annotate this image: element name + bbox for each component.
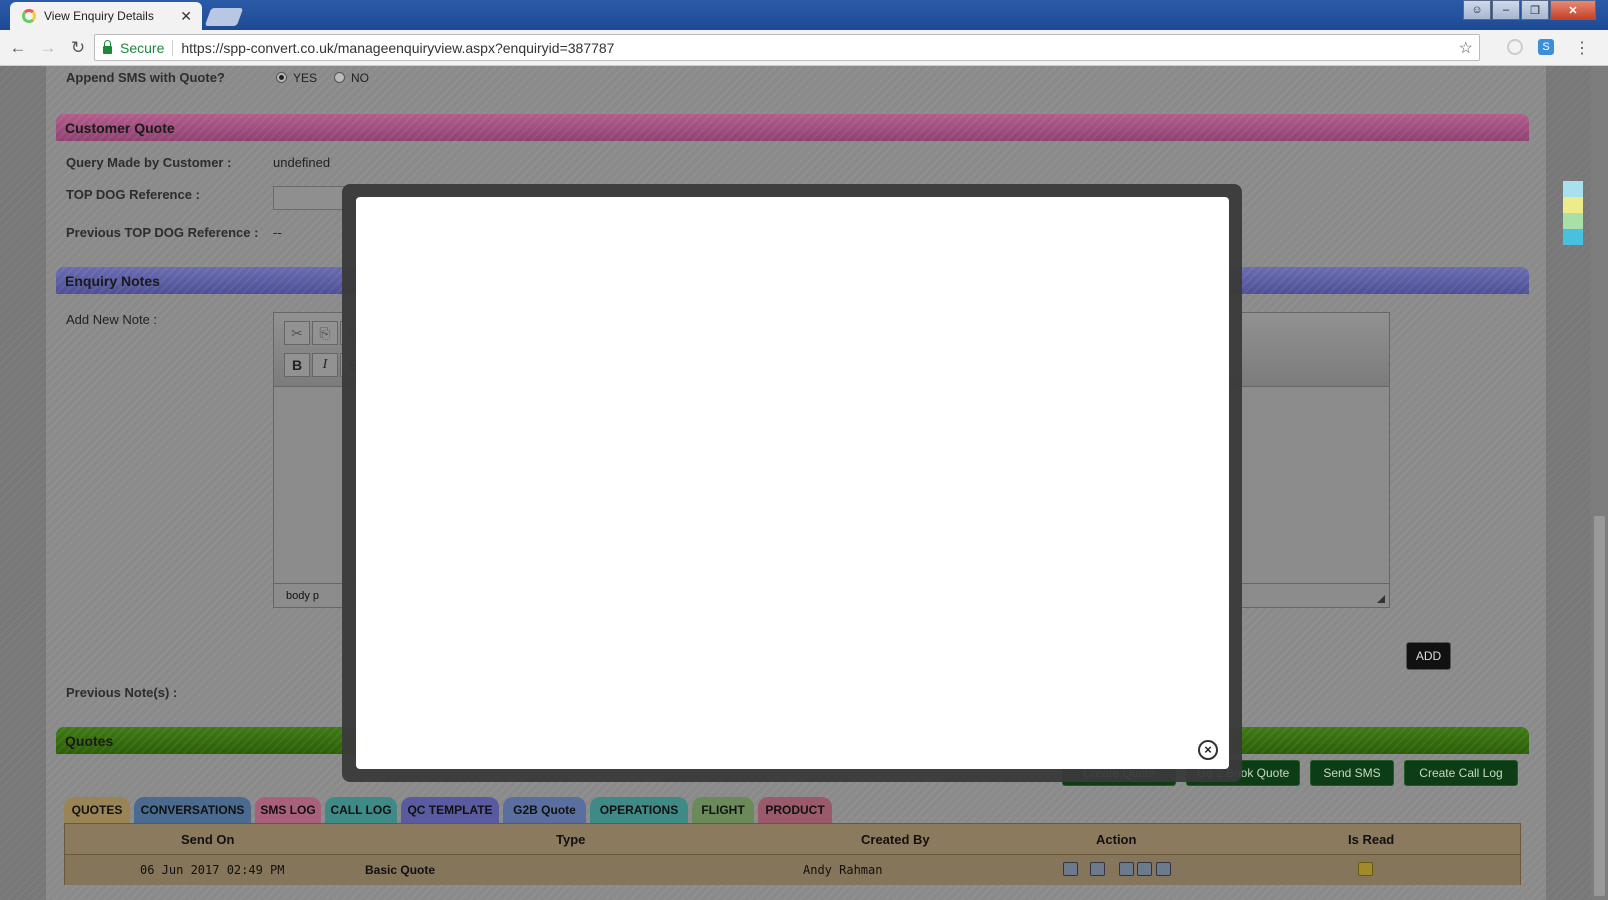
- modal-dialog[interactable]: [356, 197, 1229, 769]
- back-arrow-icon[interactable]: ←: [6, 38, 30, 58]
- side-marker: [1563, 213, 1583, 229]
- previous-topdog-label: Previous TOP DOG Reference :: [66, 225, 259, 240]
- site-favicon-icon: [22, 9, 36, 23]
- add-note-button[interactable]: ADD: [1406, 642, 1451, 670]
- tab-title: View Enquiry Details: [44, 9, 154, 23]
- send-sms-button[interactable]: Send SMS: [1310, 760, 1394, 786]
- scrollbar-thumb[interactable]: [1594, 516, 1605, 896]
- bookmark-star-icon[interactable]: ☆: [1459, 38, 1473, 58]
- browser-toolbar: ← → ↻ Secure https://spp-convert.co.uk/m…: [0, 30, 1608, 66]
- query-made-label: Query Made by Customer :: [66, 155, 232, 170]
- browser-tab[interactable]: View Enquiry Details ✕: [10, 2, 202, 30]
- restore-icon[interactable]: ❐: [1521, 0, 1549, 20]
- read-envelope-icon: [1358, 862, 1373, 876]
- divider: [172, 39, 174, 56]
- customer-quote-header: Customer Quote: [56, 114, 1529, 141]
- side-marker: [1563, 229, 1583, 245]
- sms-yes-label: YES: [293, 71, 318, 85]
- browser-menu-icon[interactable]: ⋮: [1574, 38, 1590, 58]
- print-quote-icon[interactable]: [1156, 862, 1171, 876]
- extension-icon[interactable]: [1507, 39, 1523, 55]
- type-cell: Basic Quote: [365, 863, 436, 877]
- topdog-reference-label: TOP DOG Reference :: [66, 187, 200, 202]
- previous-notes-label: Previous Note(s) :: [66, 685, 178, 700]
- tab-g2b-quote[interactable]: G2B Quote: [503, 797, 586, 823]
- column-type: Type: [556, 832, 586, 847]
- tab-sms-log[interactable]: SMS LOG: [255, 797, 321, 823]
- page-scrollbar[interactable]: [1591, 66, 1608, 900]
- user-profile-icon[interactable]: ☺: [1463, 0, 1491, 20]
- query-made-value: undefined: [273, 155, 331, 170]
- bold-button[interactable]: B: [284, 353, 310, 377]
- address-bar[interactable]: Secure https://spp-convert.co.uk/managee…: [94, 34, 1480, 61]
- tab-flight[interactable]: FLIGHT: [692, 797, 754, 823]
- reload-icon[interactable]: ↻: [66, 38, 90, 58]
- table-row[interactable]: 06 Jun 2017 02:49 PM Basic Quote Andy Ra…: [65, 854, 1520, 885]
- create-call-log-button[interactable]: Create Call Log: [1404, 760, 1518, 786]
- editor-resize-handle[interactable]: [1377, 595, 1385, 603]
- tab-call-log[interactable]: CALL LOG: [325, 797, 397, 823]
- view-quote-icon[interactable]: [1063, 862, 1078, 876]
- quotes-table: Send On Type Created By Action Is Read 0…: [64, 823, 1521, 885]
- tab-operations[interactable]: OPERATIONS: [590, 797, 688, 823]
- column-created-by: Created By: [861, 832, 930, 847]
- url-text[interactable]: https://spp-convert.co.uk/manageenquiryv…: [181, 40, 614, 56]
- sms-no-label: NO: [351, 71, 369, 85]
- previous-topdog-value: --: [273, 225, 282, 240]
- close-window-icon[interactable]: ✕: [1550, 0, 1596, 20]
- browser-title-bar: View Enquiry Details ✕ ☺ – ❐ ✕: [0, 0, 1608, 30]
- tab-quotes[interactable]: QUOTES: [64, 797, 130, 823]
- send-on-cell: 06 Jun 2017 02:49 PM: [140, 863, 285, 877]
- window-controls: ☺ – ❐ ✕: [1462, 0, 1596, 20]
- sms-append-label: Append SMS with Quote?: [66, 70, 225, 85]
- tab-product[interactable]: PRODUCT: [758, 797, 832, 823]
- side-marker: [1563, 181, 1583, 197]
- forward-arrow-icon[interactable]: →: [36, 38, 60, 58]
- copy-icon[interactable]: ⎘: [312, 321, 338, 345]
- add-note-label: Add New Note :: [66, 312, 158, 327]
- modal-close-icon[interactable]: ×: [1198, 740, 1218, 760]
- skype-extension-icon[interactable]: S: [1538, 39, 1554, 55]
- copy-quote-icon[interactable]: [1137, 862, 1152, 876]
- column-send-on: Send On: [181, 832, 235, 847]
- italic-button[interactable]: I: [312, 353, 338, 377]
- sms-no-radio[interactable]: [334, 72, 345, 83]
- secure-label: Secure: [120, 39, 165, 56]
- table-header: Send On Type Created By Action Is Read: [65, 824, 1520, 854]
- created-by-cell: Andy Rahman: [803, 863, 883, 877]
- tab-close-icon[interactable]: ✕: [180, 8, 192, 25]
- minimize-icon[interactable]: –: [1492, 0, 1520, 20]
- new-tab-button[interactable]: [204, 8, 244, 26]
- side-marker: [1563, 197, 1583, 213]
- tab-qc-template[interactable]: QC TEMPLATE: [401, 797, 499, 823]
- edit-quote-icon[interactable]: [1119, 862, 1134, 876]
- tab-conversations[interactable]: CONVERSATIONS: [134, 797, 251, 823]
- cut-icon[interactable]: ✂: [284, 321, 310, 345]
- email-quote-icon[interactable]: [1090, 862, 1105, 876]
- column-is-read: Is Read: [1348, 832, 1395, 847]
- column-action: Action: [1096, 832, 1137, 847]
- sms-yes-radio[interactable]: [276, 72, 287, 83]
- lock-icon: [103, 39, 112, 54]
